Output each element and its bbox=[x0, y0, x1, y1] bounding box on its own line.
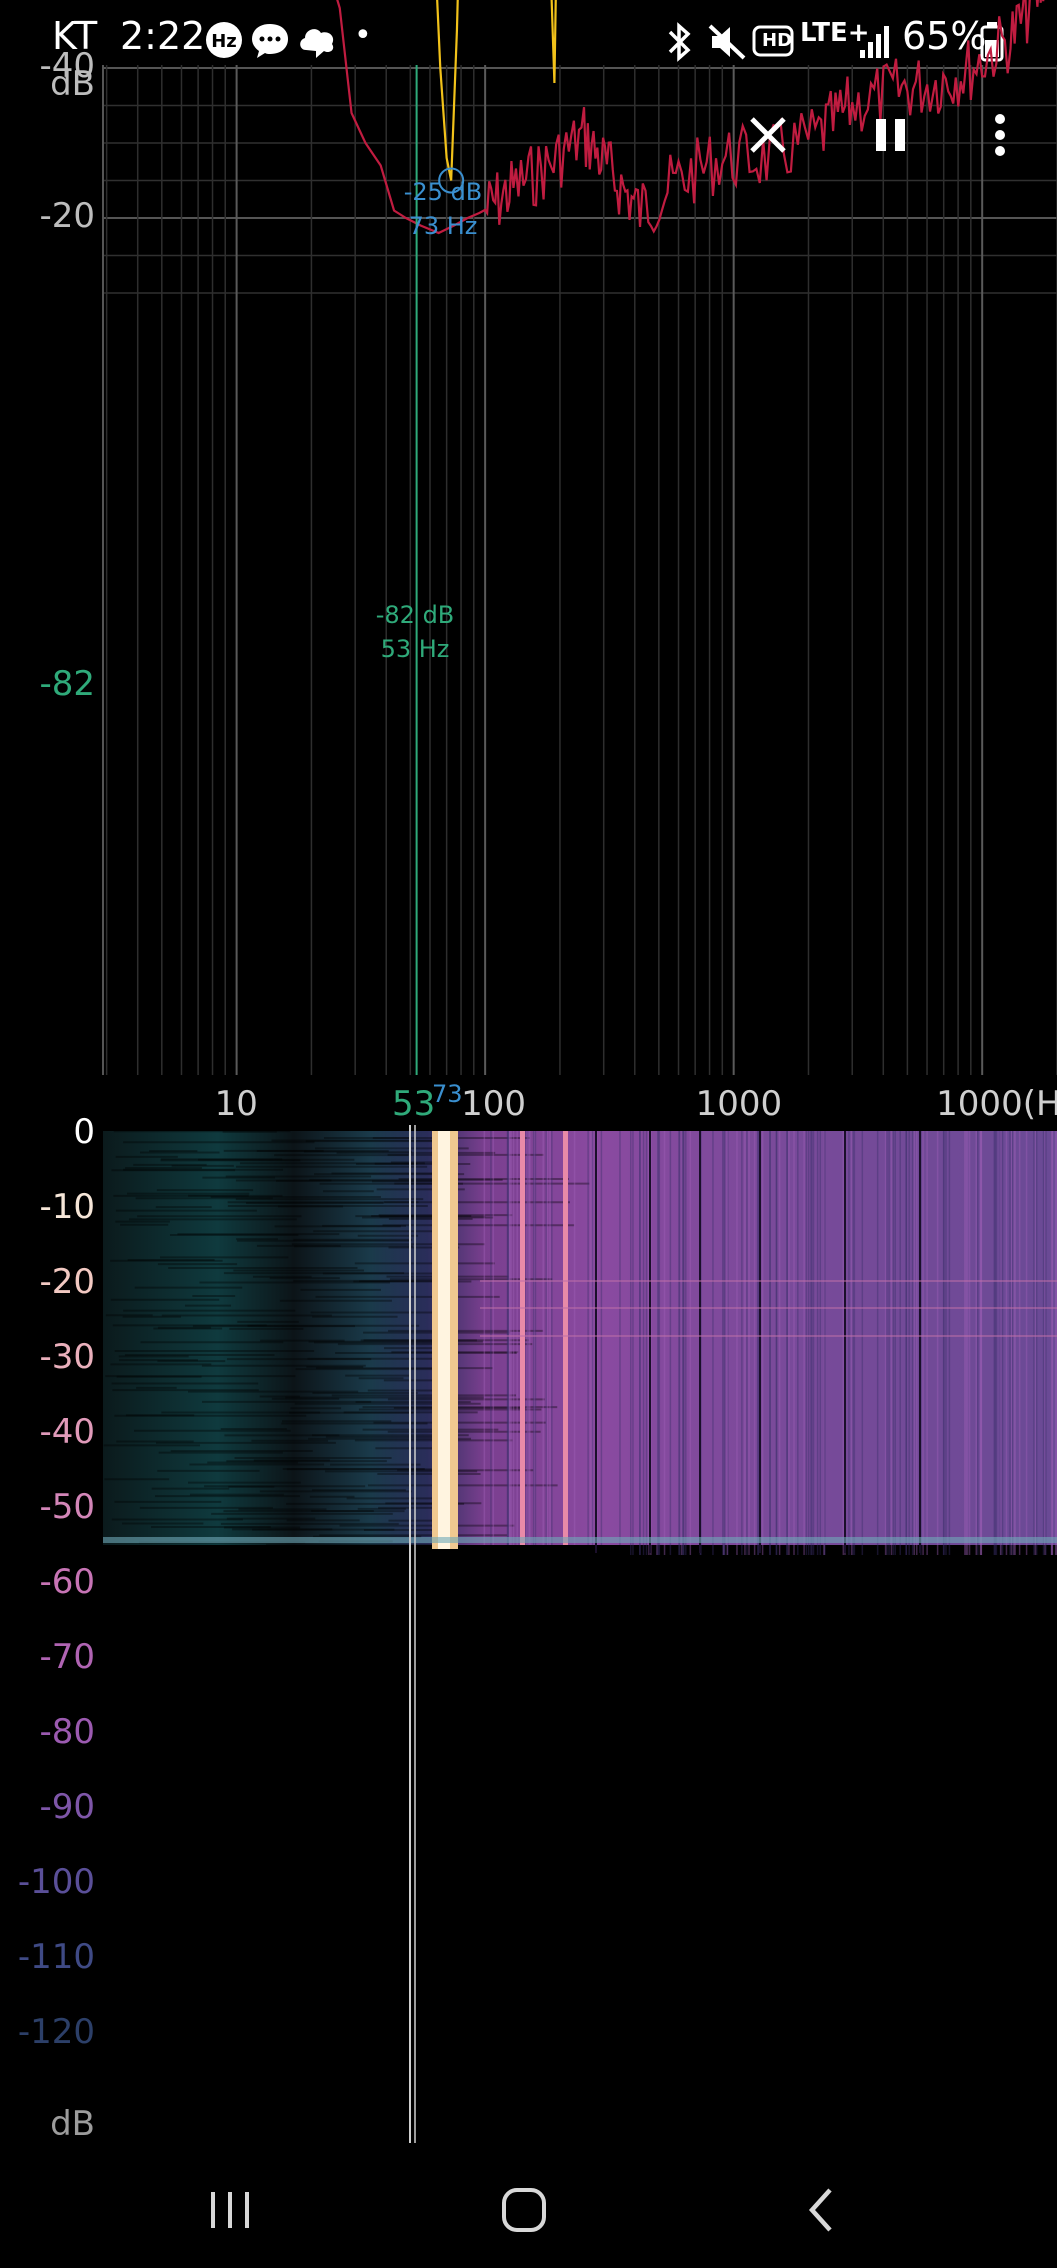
spectrogram-scale-tick: -10 bbox=[39, 1187, 95, 1227]
spectrogram-scale-tick: 0 bbox=[73, 1112, 95, 1152]
home-icon bbox=[502, 2188, 546, 2232]
spectrum-y-tick: -20 bbox=[39, 196, 95, 236]
spectrogram-scale-tick: -50 bbox=[39, 1487, 95, 1527]
peak-frequency-label: 73 bbox=[432, 1080, 463, 1108]
spectrum-x-tick: 1000(Hz bbox=[936, 1084, 1057, 1124]
spectrogram-scale-tick: -90 bbox=[39, 1787, 95, 1827]
spectrum-x-tick: 100 bbox=[461, 1084, 527, 1124]
spectrogram-scale-tick: -20 bbox=[39, 1262, 95, 1302]
navigation-bar bbox=[0, 2150, 1057, 2268]
cursor-db-label: -82 bbox=[39, 664, 95, 704]
back-button[interactable] bbox=[762, 2160, 882, 2260]
spectrogram-scale-tick: -40 bbox=[39, 1412, 95, 1452]
spectrum-x-tick: 10 bbox=[214, 1084, 258, 1124]
peak-marker-db: -25 dB bbox=[403, 178, 483, 206]
spectrogram-scale-tick: -80 bbox=[39, 1712, 95, 1752]
spectrogram-scale-tick: -30 bbox=[39, 1337, 95, 1377]
cursor-marker-label: -82 dB 53 Hz bbox=[360, 598, 470, 666]
peak-marker-hz: 73 Hz bbox=[408, 212, 478, 240]
close-icon bbox=[750, 117, 786, 153]
spectrum-grid bbox=[102, 65, 1057, 1075]
recents-icon bbox=[211, 2192, 249, 2228]
cursor-frequency-label: 53 bbox=[392, 1084, 436, 1124]
pause-button[interactable] bbox=[856, 100, 926, 170]
spectrum-y-tick: -40 bbox=[39, 46, 95, 86]
back-icon bbox=[808, 2188, 832, 2232]
home-button[interactable] bbox=[464, 2160, 584, 2260]
spectrogram[interactable] bbox=[0, 1125, 1057, 2145]
recents-button[interactable] bbox=[170, 2160, 290, 2260]
cursor-marker-hz: 53 Hz bbox=[380, 635, 450, 663]
more-options-button[interactable] bbox=[965, 100, 1035, 170]
spectrogram-scale-tick: -120 bbox=[17, 2012, 95, 2052]
peak-marker-label: -25 dB 73 Hz bbox=[388, 175, 498, 243]
spectrogram-scale-unit: dB bbox=[50, 2104, 95, 2144]
spectrogram-scale-tick: -70 bbox=[39, 1637, 95, 1677]
spectrogram-scale-tick: -100 bbox=[17, 1862, 95, 1902]
spectrum-x-tick: 1000 bbox=[695, 1084, 783, 1124]
more-vert-icon bbox=[995, 114, 1005, 156]
spectrogram-scale-tick: -110 bbox=[17, 1937, 95, 1977]
spectrogram-scale-tick: -60 bbox=[39, 1562, 95, 1602]
pause-icon bbox=[876, 119, 905, 151]
cursor-marker-db: -82 dB bbox=[375, 601, 455, 629]
close-button[interactable] bbox=[733, 100, 803, 170]
